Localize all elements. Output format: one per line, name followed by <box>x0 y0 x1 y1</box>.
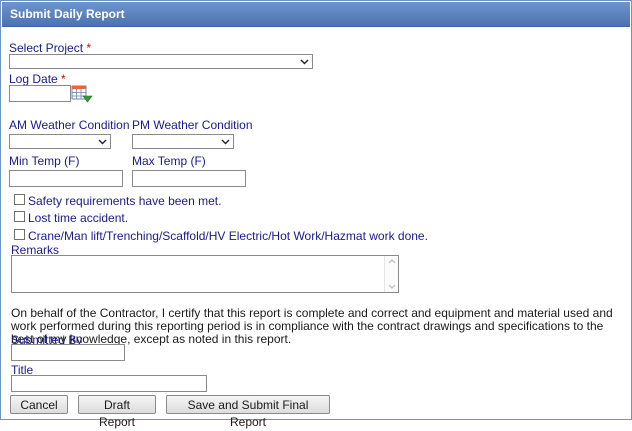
remarks-textarea[interactable] <box>11 255 399 293</box>
window-title: Submit Daily Report <box>10 7 125 21</box>
lost-time-checkbox-label: Lost time accident. <box>28 211 129 225</box>
submit-final-report-button[interactable]: Save and Submit Final Report <box>166 395 330 429</box>
special-work-checkbox-label: Crane/Man lift/Trenching/Scaffold/HV Ele… <box>28 229 428 243</box>
project-label: Select Project * <box>9 41 92 55</box>
max-temp-input[interactable] <box>132 170 246 187</box>
title-bar: Submit Daily Report <box>2 2 630 27</box>
lost-time-checkbox[interactable] <box>14 211 25 222</box>
safety-checkbox[interactable] <box>14 194 25 205</box>
chevron-down-icon <box>98 139 107 145</box>
pm-weather-select[interactable] <box>132 134 234 149</box>
min-temp-label: Min Temp (F) <box>9 154 80 168</box>
am-weather-label: AM Weather Condition <box>9 118 130 132</box>
required-mark: * <box>61 72 66 86</box>
required-mark: * <box>86 41 92 55</box>
report-dialog: Submit Daily Report Select Project * Log… <box>0 0 632 429</box>
log-date-label: Log Date * <box>9 72 66 86</box>
project-select[interactable] <box>9 54 313 69</box>
safety-checkbox-label: Safety requirements have been met. <box>28 194 222 208</box>
draft-report-button[interactable]: Draft Report <box>78 395 156 429</box>
min-temp-input[interactable] <box>9 170 123 187</box>
max-temp-label: Max Temp (F) <box>132 154 206 168</box>
pm-weather-label: PM Weather Condition <box>132 118 253 132</box>
special-work-checkbox[interactable] <box>14 229 25 240</box>
am-weather-select[interactable] <box>9 134 111 149</box>
log-date-input[interactable] <box>9 85 71 102</box>
cancel-button[interactable]: Cancel <box>10 395 68 414</box>
remarks-scrollbar[interactable] <box>384 256 398 292</box>
title-input[interactable] <box>11 375 207 392</box>
chevron-down-icon <box>221 139 230 145</box>
submitted-by-input[interactable] <box>11 344 125 361</box>
calendar-icon[interactable] <box>71 85 93 103</box>
scroll-arrows-icon <box>388 259 396 289</box>
chevron-down-icon <box>300 59 309 65</box>
certification-text: On behalf of the Contractor, I certify t… <box>11 306 613 346</box>
